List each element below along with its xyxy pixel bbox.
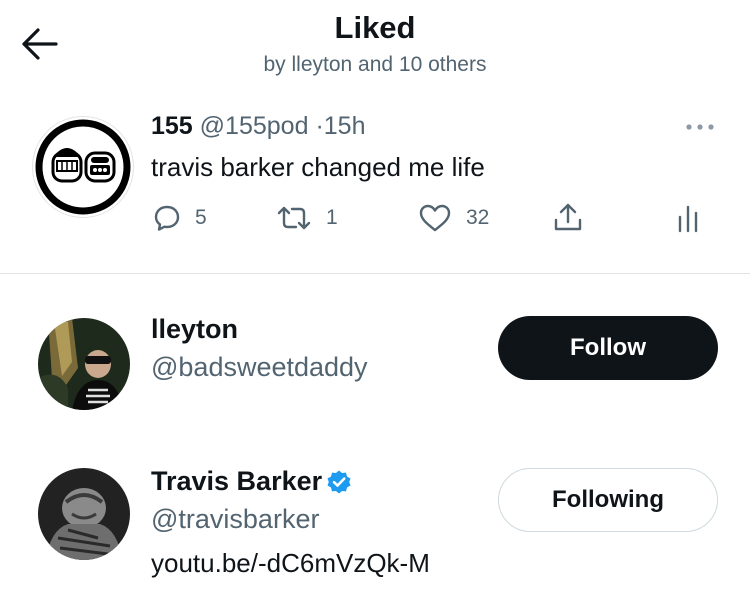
user-photo-icon	[38, 468, 130, 560]
page-subtitle: by lleyton and 10 others	[263, 53, 487, 76]
avatar[interactable]	[38, 468, 130, 560]
tweet-actions: 5 1 32	[0, 200, 750, 236]
tweet-timestamp[interactable]: 15h	[324, 112, 366, 140]
reply-count: 5	[195, 206, 207, 229]
tweet-header: 155 @155pod ·15h	[151, 112, 365, 141]
tweet[interactable]: 155 @155pod ·15h travis barker changed m…	[0, 100, 750, 272]
header: Liked by lleyton and 10 others	[0, 0, 750, 95]
more-button[interactable]	[682, 116, 718, 138]
like-button[interactable]: 32	[418, 200, 489, 236]
reply-icon	[154, 205, 180, 231]
user-handle[interactable]: @travisbarker	[151, 504, 319, 535]
user-bio-link[interactable]: youtu.be/-dC6mVzQk-M	[151, 548, 430, 579]
like-count: 32	[466, 206, 490, 229]
more-icon	[686, 124, 714, 130]
user-name-text: Travis Barker	[151, 466, 323, 496]
user-handle[interactable]: @badsweetdaddy	[151, 352, 368, 383]
user-name-text: lleyton	[151, 314, 239, 344]
reply-button[interactable]: 5	[153, 200, 207, 236]
analytics-button[interactable]	[676, 200, 700, 236]
user-name[interactable]: Travis Barker	[151, 466, 352, 497]
tweet-text: travis barker changed me life	[151, 152, 485, 182]
like-icon	[419, 204, 451, 232]
retweet-count: 1	[326, 206, 338, 229]
share-icon	[554, 203, 582, 231]
retweet-button[interactable]: 1	[276, 200, 338, 236]
page-title: Liked	[334, 10, 416, 45]
divider	[0, 273, 750, 274]
analytics-icon	[678, 205, 698, 233]
verified-badge-icon	[327, 470, 351, 493]
user-name[interactable]: lleyton	[151, 314, 238, 345]
user-row[interactable]: lleyton @badsweetdaddy Follow	[0, 300, 750, 450]
follow-button[interactable]: Follow	[498, 316, 718, 380]
share-button[interactable]	[552, 200, 584, 236]
avatar[interactable]	[38, 318, 130, 410]
user-row[interactable]: Travis Barker @travisbarker youtu.be/-dC…	[0, 452, 750, 598]
following-button[interactable]: Following	[498, 468, 718, 532]
retweet-icon	[277, 206, 311, 230]
tweet-author-name[interactable]: 155	[151, 112, 193, 140]
tweet-author-handle[interactable]: @155pod	[200, 112, 309, 140]
tweet-separator: ·	[315, 112, 324, 140]
user-photo-icon	[38, 318, 130, 410]
